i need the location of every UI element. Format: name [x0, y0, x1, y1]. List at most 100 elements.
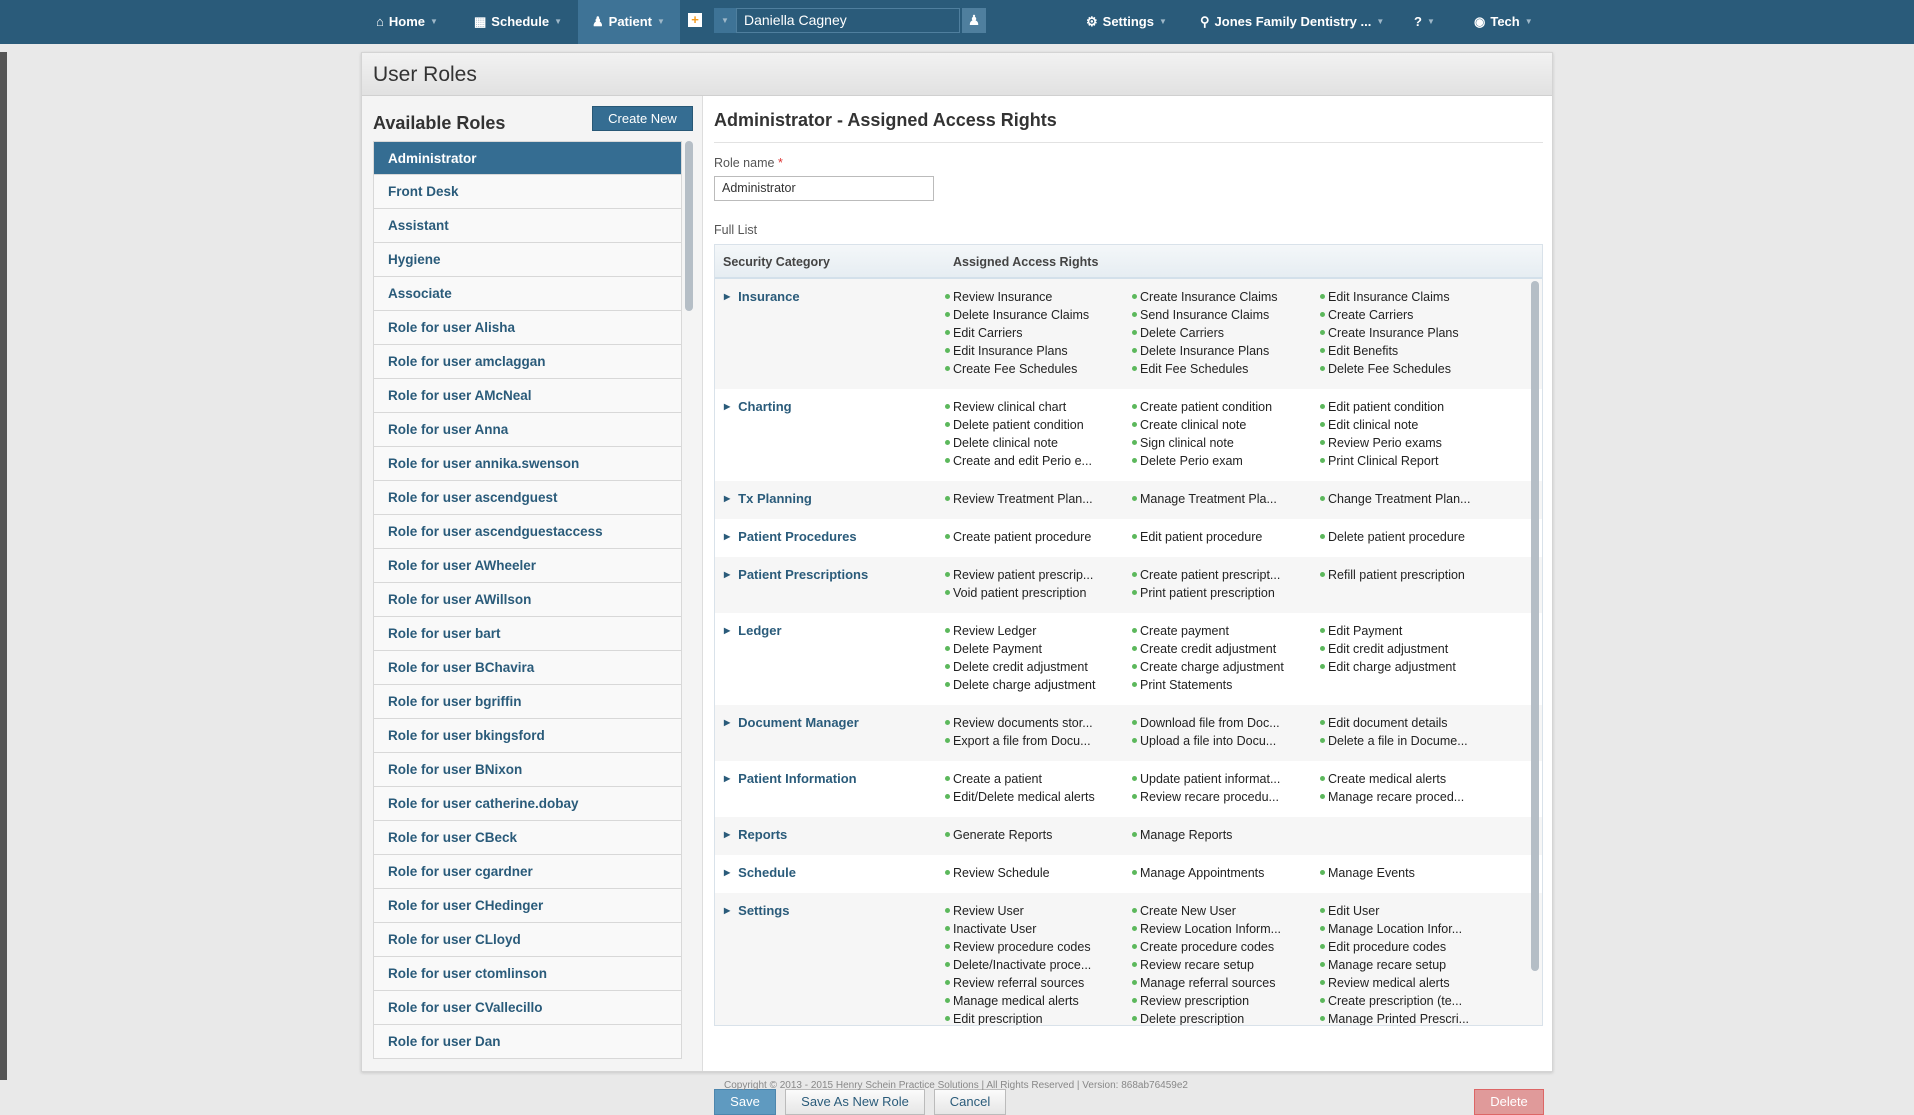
nav-schedule[interactable]: ▦ Schedule ▼: [466, 0, 570, 44]
category-toggle[interactable]: ▶ Reports: [715, 826, 945, 844]
role-item[interactable]: Hygiene: [373, 243, 682, 277]
category-name: Charting: [738, 399, 792, 414]
role-item[interactable]: Role for user Anna: [373, 413, 682, 447]
role-item[interactable]: Role for user bgriffin: [373, 685, 682, 719]
role-item[interactable]: Role for user BChavira: [373, 651, 682, 685]
table-row: ▶ Patient Procedures Create patient proced…: [715, 519, 1542, 557]
access-right: Create Insurance Claims: [1132, 288, 1320, 306]
access-right: Edit clinical note: [1320, 416, 1505, 434]
category-toggle[interactable]: ▶ Patient Procedures: [715, 528, 945, 546]
create-new-button[interactable]: Create New: [592, 106, 693, 131]
access-right: Manage recare proced...: [1320, 788, 1505, 806]
patient-lookup-icon[interactable]: ♟: [962, 8, 986, 33]
access-right: Manage recare setup: [1320, 956, 1505, 974]
role-name-input[interactable]: Administrator: [714, 176, 934, 201]
role-item[interactable]: Role for user bkingsford: [373, 719, 682, 753]
role-item[interactable]: Associate: [373, 277, 682, 311]
role-name-label: Role name *: [714, 156, 783, 170]
access-right: Edit Benefits: [1320, 342, 1505, 360]
access-right: Delete charge adjustment: [945, 676, 1132, 694]
role-item[interactable]: Role for user catherine.dobay: [373, 787, 682, 821]
role-item[interactable]: Role for user AMcNeal: [373, 379, 682, 413]
role-item[interactable]: Role for user Dan: [373, 1025, 682, 1059]
role-item[interactable]: Front Desk: [373, 175, 682, 209]
role-item[interactable]: Role for user AWheeler: [373, 549, 682, 583]
rights-list: Create a patient Update patient informat.…: [945, 770, 1505, 806]
nav-user[interactable]: ◉ Tech ▼: [1466, 0, 1541, 44]
top-nav: ⌂ Home ▼ ▦ Schedule ▼ ♟ Patient ▼ + ▼ Daniella…: [0, 0, 1914, 44]
category-name: Patient Prescriptions: [738, 567, 869, 582]
save-button[interactable]: Save: [714, 1089, 776, 1115]
roles-sidebar: Available Roles Create New Administrator…: [362, 96, 703, 1071]
category-toggle[interactable]: ▶ Insurance: [715, 288, 945, 378]
category-name: Insurance: [738, 289, 800, 304]
delete-button[interactable]: Delete: [1474, 1089, 1544, 1115]
role-item[interactable]: Role for user CLloyd: [373, 923, 682, 957]
calendar-icon: ▦: [474, 14, 487, 29]
table-scrollbar[interactable]: [1531, 281, 1539, 971]
add-patient-icon[interactable]: +: [688, 13, 702, 27]
access-right: Edit Fee Schedules: [1132, 360, 1320, 378]
access-right: Review User: [945, 902, 1132, 920]
access-right: Delete patient procedure: [1320, 528, 1505, 546]
nav-patient[interactable]: ♟ Patient ▼: [578, 0, 680, 44]
access-right: Delete patient condition: [945, 416, 1132, 434]
table-body: ▶ Insurance Review Insurance Create Insuran…: [715, 279, 1542, 1025]
table-row: ▶ Insurance Review Insurance Create Insuran…: [715, 279, 1542, 389]
expand-arrow-icon: ▶: [724, 570, 731, 579]
access-right: Inactivate User: [945, 920, 1132, 938]
roles-list: Administrator Front Desk Assistant Hygiene A…: [373, 141, 682, 1071]
category-toggle[interactable]: ▶ Charting: [715, 398, 945, 470]
category-toggle[interactable]: ▶ Patient Prescriptions: [715, 566, 945, 602]
nav-home[interactable]: ⌂ Home ▼: [368, 0, 446, 44]
role-item[interactable]: Role for user CBeck: [373, 821, 682, 855]
access-right: Generate Reports: [945, 826, 1132, 844]
expand-arrow-icon: ▶: [724, 494, 731, 503]
role-item[interactable]: Role for user ascendguestaccess: [373, 515, 682, 549]
category-toggle[interactable]: ▶ Patient Information: [715, 770, 945, 806]
nav-location[interactable]: ⚲ Jones Family Dentistry ... ▼: [1192, 0, 1392, 44]
role-item[interactable]: Role for user AWillson: [373, 583, 682, 617]
table-row: ▶ Tx Planning Review Treatment Plan... Mana…: [715, 481, 1542, 519]
access-right: Edit Payment: [1320, 622, 1505, 640]
save-as-new-role-button[interactable]: Save As New Role: [785, 1089, 925, 1115]
nav-help[interactable]: ? ▼: [1406, 0, 1443, 44]
access-right: Review clinical chart: [945, 398, 1132, 416]
patient-search-input[interactable]: Daniella Cagney: [736, 8, 960, 33]
role-item[interactable]: Assistant: [373, 209, 682, 243]
nav-settings[interactable]: ⚙ Settings ▼: [1078, 0, 1175, 44]
role-item[interactable]: Role for user annika.swenson: [373, 447, 682, 481]
category-toggle[interactable]: ▶ Ledger: [715, 622, 945, 694]
gear-icon: ⚙: [1086, 14, 1098, 29]
access-right: Create prescription (te...: [1320, 992, 1505, 1010]
access-right: Create credit adjustment: [1132, 640, 1320, 658]
role-item[interactable]: Role for user CVallecillo: [373, 991, 682, 1025]
access-right: Delete Insurance Claims: [945, 306, 1132, 324]
map-pin-icon: ⚲: [1200, 14, 1210, 29]
role-item[interactable]: Role for user CHedinger: [373, 889, 682, 923]
role-item[interactable]: Role for user ascendguest: [373, 481, 682, 515]
expand-arrow-icon: ▶: [724, 626, 731, 635]
category-toggle[interactable]: ▶ Settings: [715, 902, 945, 1025]
role-item[interactable]: Role for user BNixon: [373, 753, 682, 787]
role-item[interactable]: Role for user bart: [373, 617, 682, 651]
access-right: Manage medical alerts: [945, 992, 1132, 1010]
access-right: Review documents stor...: [945, 714, 1132, 732]
rights-list: Review clinical chart Create patient cond…: [945, 398, 1505, 470]
cancel-button[interactable]: Cancel: [934, 1089, 1006, 1115]
roles-scrollbar[interactable]: [685, 141, 693, 311]
access-right: Change Treatment Plan...: [1320, 490, 1505, 508]
role-item[interactable]: Role for user Alisha: [373, 311, 682, 345]
category-toggle[interactable]: ▶ Document Manager: [715, 714, 945, 750]
patient-search-dropdown[interactable]: ▼: [714, 8, 736, 33]
category-toggle[interactable]: ▶ Schedule: [715, 864, 945, 882]
side-drawer-handle[interactable]: [0, 52, 7, 1080]
role-item[interactable]: Role for user amclaggan: [373, 345, 682, 379]
access-right: Create payment: [1132, 622, 1320, 640]
role-item[interactable]: Role for user cgardner: [373, 855, 682, 889]
access-right: Export a file from Docu...: [945, 732, 1132, 750]
category-toggle[interactable]: ▶ Tx Planning: [715, 490, 945, 508]
access-right: Create medical alerts: [1320, 770, 1505, 788]
role-item[interactable]: Role for user ctomlinson: [373, 957, 682, 991]
role-item[interactable]: Administrator: [373, 141, 682, 175]
